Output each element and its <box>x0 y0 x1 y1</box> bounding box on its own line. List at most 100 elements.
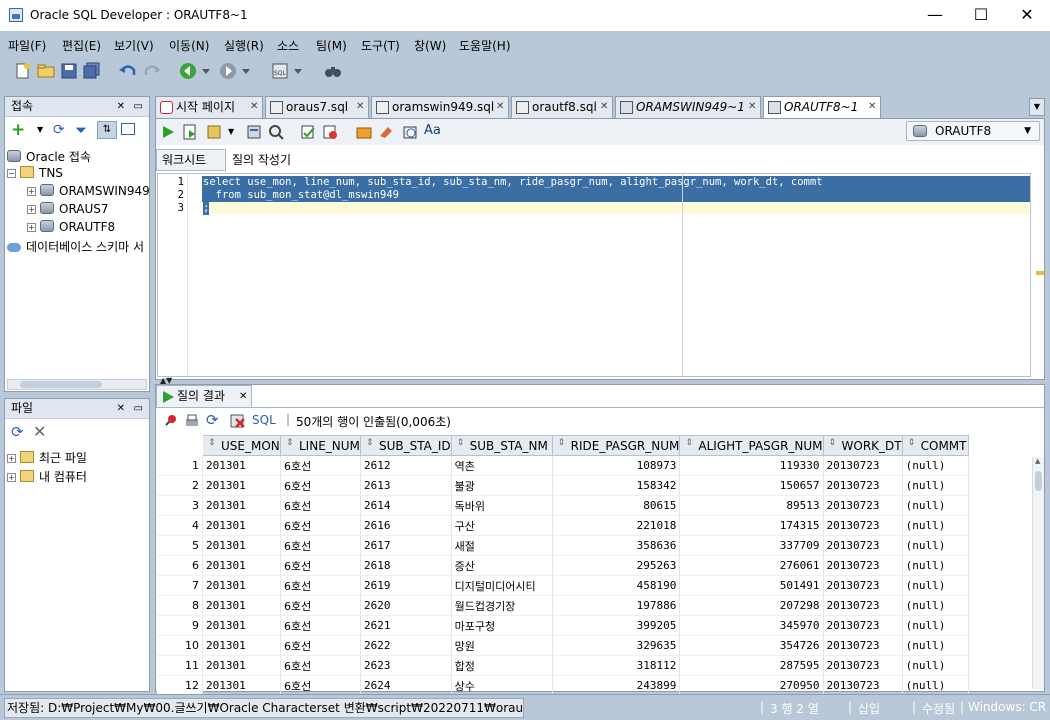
column-header-sub-sta-nm[interactable]: ⇕ SUB_STA_NM <box>450 435 553 456</box>
cell-work-dt[interactable]: 20130723 <box>823 655 903 676</box>
run-script-icon[interactable] <box>182 124 198 140</box>
menu-source[interactable]: 소스 <box>277 37 299 54</box>
sql-button[interactable]: SQL <box>252 413 276 427</box>
expand-icon[interactable]: + <box>27 205 36 214</box>
refresh-icon[interactable]: ⟳ <box>11 423 24 441</box>
cell-line-num[interactable]: 6호선 <box>280 675 361 696</box>
cell-ride-pasgr-num[interactable]: 197886 <box>552 595 681 616</box>
sql-dropdown-icon[interactable] <box>292 61 304 81</box>
cell-sub-sta-id[interactable]: 2616 <box>360 515 452 536</box>
autotrace-icon[interactable] <box>206 124 222 140</box>
cell-line-num[interactable]: 6호선 <box>280 655 361 676</box>
column-header-line-num[interactable]: ⇕ LINE_NUM <box>280 435 361 456</box>
cell-alight-pasgr-num[interactable]: 501491 <box>679 575 824 596</box>
cell-sub-sta-nm[interactable]: 망원 <box>451 635 553 656</box>
cell-line-num[interactable]: 6호선 <box>280 515 361 536</box>
cell-sub-sta-id[interactable]: 2613 <box>360 475 452 496</box>
cell-alight-pasgr-num[interactable]: 276061 <box>679 555 824 576</box>
cell-use-mon[interactable]: 201301 <box>202 615 281 636</box>
maximize-button[interactable]: ☐ <box>958 0 1004 31</box>
menu-view[interactable]: 보기(V) <box>114 37 154 54</box>
run-statement-icon[interactable] <box>160 124 176 140</box>
tab-close-icon[interactable]: ✕ <box>239 386 247 407</box>
menu-file[interactable]: 파일(F) <box>8 37 46 54</box>
cell-commt[interactable]: (null) <box>902 675 969 696</box>
tab-close-icon[interactable]: ✕ <box>250 97 258 117</box>
cell-work-dt[interactable]: 20130723 <box>823 515 903 536</box>
column-header-sub-sta-id[interactable]: ⇕ SUB_STA_ID <box>360 435 452 456</box>
cell-line-num[interactable]: 6호선 <box>280 495 361 516</box>
table-row[interactable]: 1 201301 6호선 2612 역촌 108973 119330 20130723 (nul… <box>156 455 969 476</box>
menu-window[interactable]: 창(W) <box>414 37 446 54</box>
cell-use-mon[interactable]: 201301 <box>202 515 281 536</box>
cell-use-mon[interactable]: 201301 <box>202 675 281 696</box>
cell-use-mon[interactable]: 201301 <box>202 575 281 596</box>
cell-ride-pasgr-num[interactable]: 295263 <box>552 555 681 576</box>
tab-close-icon[interactable]: ✕ <box>868 97 876 117</box>
cell-commt[interactable]: (null) <box>902 495 969 516</box>
cell-use-mon[interactable]: 201301 <box>202 555 281 576</box>
expand-icon[interactable]: + <box>27 223 36 232</box>
expand-icon[interactable]: + <box>27 187 36 196</box>
close-button[interactable]: ✕ <box>1004 0 1050 31</box>
cell-commt[interactable]: (null) <box>902 455 969 476</box>
cell-alight-pasgr-num[interactable]: 174315 <box>679 515 824 536</box>
cell-alight-pasgr-num[interactable]: 337709 <box>679 535 824 556</box>
menu-run[interactable]: 실행(R) <box>224 37 264 54</box>
cell-alight-pasgr-num[interactable]: 354726 <box>679 635 824 656</box>
cell-line-num[interactable]: 6호선 <box>280 615 361 636</box>
back-icon[interactable] <box>178 61 198 81</box>
cell-ride-pasgr-num[interactable]: 108973 <box>552 455 681 476</box>
add-dropdown-icon[interactable]: ▼ <box>37 125 43 134</box>
cell-line-num[interactable]: 6호선 <box>280 635 361 656</box>
tree-item-orautf8[interactable]: + ORAUTF8 <box>27 220 115 234</box>
table-row[interactable]: 3 201301 6호선 2614 독바위 80615 89513 20130723 (null… <box>156 495 969 516</box>
panel-minimize-icon[interactable]: ▭ <box>134 97 143 116</box>
table-row[interactable]: 6 201301 6호선 2618 증산 295263 276061 20130723 (nul… <box>156 555 969 576</box>
cell-use-mon[interactable]: 201301 <box>202 455 281 476</box>
cell-work-dt[interactable]: 20130723 <box>823 635 903 656</box>
filter-icon[interactable]: ⏷ <box>75 121 87 139</box>
table-row[interactable]: 4 201301 6호선 2616 구산 221018 174315 20130723 (nul… <box>156 515 969 536</box>
cell-commt[interactable]: (null) <box>902 475 969 496</box>
cell-work-dt[interactable]: 20130723 <box>823 675 903 696</box>
cell-alight-pasgr-num[interactable]: 89513 <box>679 495 824 516</box>
tree-item-recent-files[interactable]: + 최근 파일 <box>7 449 87 466</box>
table-row[interactable]: 5 201301 6호선 2617 새절 358636 337709 20130723 (nul… <box>156 535 969 556</box>
connection-select[interactable]: ORAUTF8 ▼ <box>906 121 1040 141</box>
tab-query-result[interactable]: 질의 결과 ✕ <box>156 385 252 407</box>
cell-sub-sta-id[interactable]: 2614 <box>360 495 452 516</box>
expand-icon[interactable]: + <box>7 454 16 463</box>
cell-use-mon[interactable]: 201301 <box>202 535 281 556</box>
table-row[interactable]: 8 201301 6호선 2620 월드컵경기장 197886 207298 20130723… <box>156 595 969 616</box>
cell-alight-pasgr-num[interactable]: 119330 <box>679 455 824 476</box>
cell-ride-pasgr-num[interactable]: 221018 <box>552 515 681 536</box>
cell-sub-sta-nm[interactable]: 월드컵경기장 <box>451 595 553 616</box>
tab-start-page[interactable]: 시작 페이지 ✕ <box>155 96 263 118</box>
cell-ride-pasgr-num[interactable]: 399205 <box>552 615 681 636</box>
refresh-icon[interactable]: ⟳ <box>206 411 219 429</box>
cell-commt[interactable]: (null) <box>902 655 969 676</box>
cell-work-dt[interactable]: 20130723 <box>823 455 903 476</box>
binoculars-icon[interactable] <box>323 61 343 81</box>
open-folder-icon[interactable] <box>36 61 56 81</box>
cell-sub-sta-id[interactable]: 2619 <box>360 575 452 596</box>
menu-help[interactable]: 도움말(H) <box>459 37 511 54</box>
cell-alight-pasgr-num[interactable]: 270950 <box>679 675 824 696</box>
cell-sub-sta-nm[interactable]: 독바위 <box>451 495 553 516</box>
cell-commt[interactable]: (null) <box>902 555 969 576</box>
cell-sub-sta-nm[interactable]: 새절 <box>451 535 553 556</box>
new-file-icon[interactable] <box>13 61 33 81</box>
cell-work-dt[interactable]: 20130723 <box>823 615 903 636</box>
cell-use-mon[interactable]: 201301 <box>202 475 281 496</box>
cell-commt[interactable]: (null) <box>902 515 969 536</box>
tab-query-builder[interactable]: 질의 작성기 <box>232 150 291 170</box>
cell-sub-sta-id[interactable]: 2623 <box>360 655 452 676</box>
sort-icon[interactable]: ⇕ <box>208 438 216 448</box>
sort-icon[interactable]: ⇕ <box>366 438 374 448</box>
table-row[interactable]: 9 201301 6호선 2621 마포구청 399205 345970 20130723 (n… <box>156 615 969 636</box>
column-header-ride-pasgr-num[interactable]: ⇕ RIDE_PASGR_NUM <box>551 435 681 456</box>
tab-orautf8-sql[interactable]: orautf8.sql ✕ <box>511 96 613 118</box>
horizontal-scrollbar[interactable] <box>7 379 147 390</box>
tab-oraus7-sql[interactable]: oraus7.sql ✕ <box>265 96 369 118</box>
